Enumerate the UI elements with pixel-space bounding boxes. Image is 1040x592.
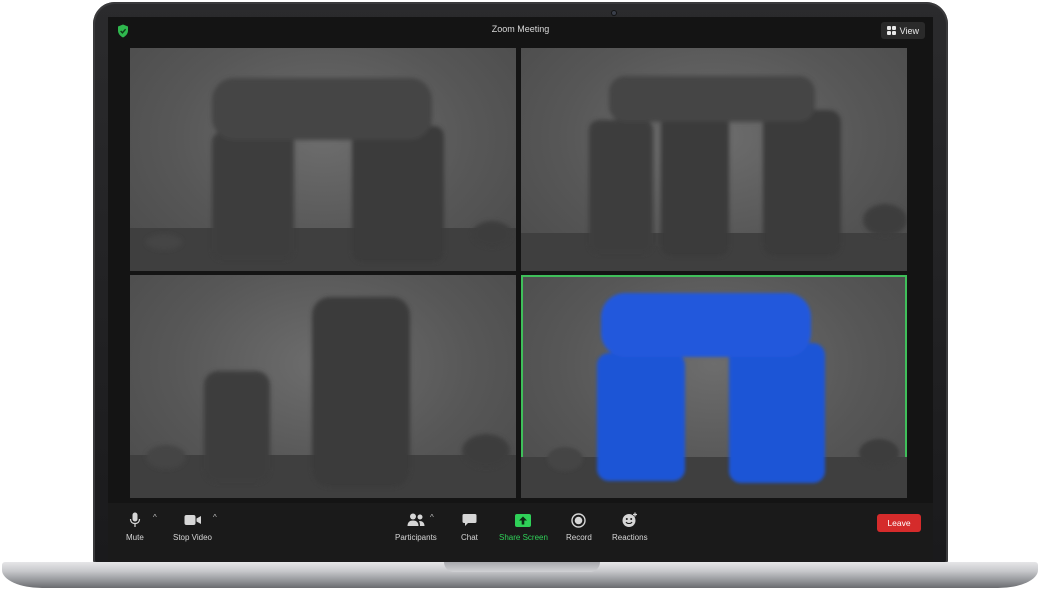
meeting-toolbar: Mute ^ Stop Video ^ Participants ^ Chat … xyxy=(108,503,933,562)
laptop-base xyxy=(2,562,1038,588)
video-tile-4-active-speaker[interactable] xyxy=(521,275,907,498)
mute-button[interactable]: Mute xyxy=(126,511,144,542)
record-icon xyxy=(571,512,587,528)
view-button-label: View xyxy=(899,25,919,36)
participants-options-chevron-icon[interactable]: ^ xyxy=(430,513,434,522)
video-feed xyxy=(521,76,907,271)
participants-icon xyxy=(407,513,425,526)
stop-video-label: Stop Video xyxy=(173,533,212,542)
stop-video-button[interactable]: Stop Video xyxy=(173,511,212,542)
window-title: Zoom Meeting xyxy=(491,24,550,34)
zoom-window: Zoom Meeting View Mute ^ Stop Video ^ Pa… xyxy=(108,17,933,562)
reactions-label: Reactions xyxy=(612,533,648,542)
video-feed xyxy=(521,293,907,498)
reactions-button[interactable]: Reactions xyxy=(612,511,648,542)
video-options-chevron-icon[interactable]: ^ xyxy=(213,513,217,522)
record-label: Record xyxy=(566,533,592,542)
participants-label: Participants xyxy=(395,533,437,542)
chat-button[interactable]: Chat xyxy=(461,511,478,542)
chat-label: Chat xyxy=(461,533,478,542)
video-camera-icon xyxy=(184,515,201,525)
smiley-reaction-icon xyxy=(622,512,637,527)
mute-options-chevron-icon[interactable]: ^ xyxy=(153,513,157,522)
view-button[interactable]: View xyxy=(880,22,925,39)
video-feed xyxy=(130,297,516,498)
leave-button[interactable]: Leave xyxy=(877,514,921,532)
video-tile-2[interactable] xyxy=(521,48,907,271)
video-tile-1[interactable] xyxy=(130,48,516,271)
video-feed xyxy=(130,78,516,271)
record-button[interactable]: Record xyxy=(566,511,592,542)
mute-label: Mute xyxy=(126,533,144,542)
video-tile-3[interactable] xyxy=(130,275,516,498)
grid-icon xyxy=(886,26,896,35)
share-screen-label: Share Screen xyxy=(499,533,548,542)
title-bar: Zoom Meeting View xyxy=(108,17,933,45)
laptop-opening-notch xyxy=(444,562,600,572)
webcam-dot xyxy=(611,10,617,16)
chat-bubble-icon xyxy=(462,514,477,526)
microphone-icon xyxy=(129,512,140,527)
share-screen-icon xyxy=(515,513,532,527)
share-screen-button[interactable]: Share Screen xyxy=(499,511,548,542)
